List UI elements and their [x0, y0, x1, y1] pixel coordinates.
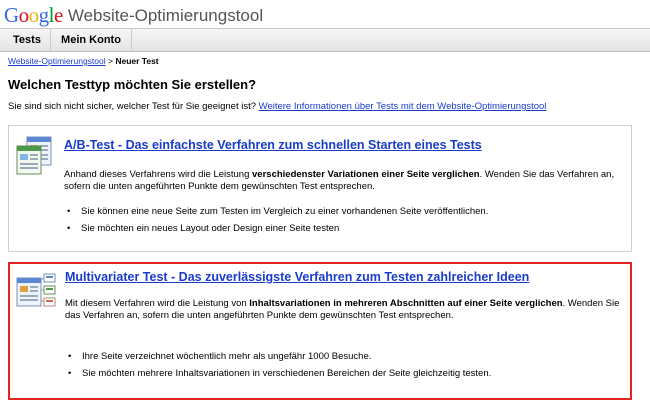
- ab-test-desc-emphasis: verschiedenster Variationen einer Seite …: [252, 169, 480, 180]
- intro-text: Sie sind sich nicht sicher, welcher Test…: [8, 101, 546, 112]
- tab-mein-konto[interactable]: Mein Konto: [50, 29, 132, 51]
- tab-bar: Tests Mein Konto: [0, 28, 650, 52]
- ab-test-description: Anhand dieses Verfahrens wird die Leistu…: [64, 169, 624, 193]
- ab-test-option: A/B-Test - Das einfachste Verfahren zum …: [8, 125, 632, 252]
- breadcrumb: Website-Optimierungstool > Neuer Test: [8, 56, 159, 66]
- breadcrumb-link-home[interactable]: Website-Optimierungstool: [8, 56, 106, 66]
- tab-tests[interactable]: Tests: [4, 29, 50, 51]
- list-item: Ihre Seite verzeichnet wöchentlich mehr …: [65, 351, 491, 368]
- ab-test-title-link[interactable]: A/B-Test - Das einfachste Verfahren zum …: [64, 138, 482, 152]
- mv-test-desc-emphasis: Inhaltsvariationen in mehreren Abschnitt…: [249, 298, 563, 309]
- product-name: Website-Optimierungstool: [67, 6, 264, 25]
- mv-test-desc-start: Mit diesem Verfahren wird die Leistung v…: [65, 298, 250, 309]
- list-item: Sie können eine neue Seite zum Testen im…: [64, 206, 488, 223]
- breadcrumb-separator: >: [105, 56, 116, 66]
- list-item: Sie möchten mehrere Inhaltsvariationen i…: [65, 368, 491, 385]
- multivariate-test-icon: [16, 273, 56, 307]
- header: Google Website-Optimierungstool: [4, 0, 263, 26]
- google-logo: Google: [4, 3, 63, 27]
- page-title: Welchen Testtyp möchten Sie erstellen?: [8, 77, 257, 92]
- breadcrumb-current: Neuer Test: [115, 56, 159, 66]
- intro-question: Sie sind sich nicht sicher, welcher Test…: [8, 101, 259, 112]
- ab-test-icon: [16, 136, 52, 175]
- list-item: Sie möchten ein neues Layout oder Design…: [64, 223, 488, 240]
- multivariate-test-title-link[interactable]: Multivariater Test - Das zuverlässigste …: [65, 270, 529, 284]
- multivariate-test-description: Mit diesem Verfahren wird die Leistung v…: [65, 298, 625, 322]
- ab-test-desc-start: Anhand dieses Verfahrens wird die Leistu…: [64, 169, 253, 180]
- multivariate-test-option: Multivariater Test - Das zuverlässigste …: [8, 262, 632, 400]
- ab-test-criteria-list: Sie können eine neue Seite zum Testen im…: [64, 206, 488, 240]
- more-info-link[interactable]: Weitere Informationen über Tests mit dem…: [259, 101, 547, 112]
- multivariate-test-criteria-list: Ihre Seite verzeichnet wöchentlich mehr …: [65, 351, 491, 385]
